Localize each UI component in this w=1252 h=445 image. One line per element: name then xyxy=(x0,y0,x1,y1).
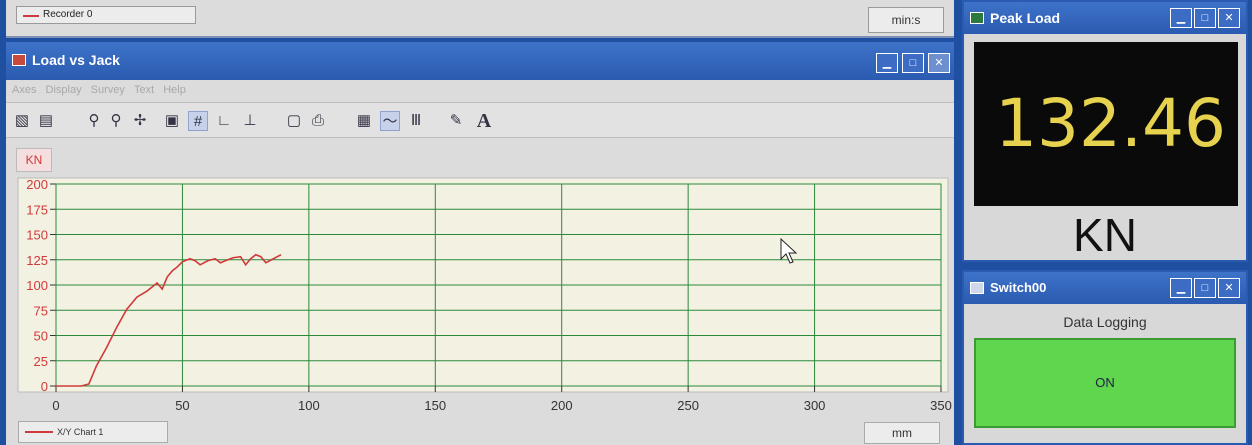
x-unit-box[interactable]: mm xyxy=(864,422,940,444)
print-icon[interactable]: ⎙ xyxy=(308,111,328,131)
y-tick-label: 150 xyxy=(26,228,48,243)
switch-minimize-button[interactable]: ▁ xyxy=(1170,278,1192,298)
data-logging-label: Data Logging xyxy=(1063,314,1147,330)
switch-maximize-button[interactable]: □ xyxy=(1194,278,1216,298)
x-tick-label: 50 xyxy=(175,398,189,413)
chart-toolbar: ▧ ▤ ⚲ ⚲ ✢ ▣ # ∟ ⊥ ▢ ⎙ ▦ 〜 Ⅲ ✎ A xyxy=(6,102,954,138)
chart-menubar: Axes Display Survey Text Help xyxy=(6,80,954,100)
chart-legend[interactable]: X/Y Chart 1 xyxy=(18,421,168,443)
menu-display[interactable]: Display xyxy=(46,80,82,100)
y-tick-label: 25 xyxy=(34,354,48,369)
axes-icon[interactable]: ∟ xyxy=(214,111,234,131)
x-tick-label: 150 xyxy=(424,398,446,413)
y-unit-button[interactable]: KN xyxy=(16,148,52,172)
chart-settings-icon[interactable]: ▧ xyxy=(12,111,32,131)
layout-icon[interactable]: ▦ xyxy=(354,111,374,131)
chart-app-icon xyxy=(12,54,26,66)
switch-window: Switch00 ▁ □ ✕ Data Logging ON xyxy=(962,270,1248,445)
peak-titlebar[interactable]: Peak Load ▁ □ ✕ xyxy=(964,2,1246,34)
chart-titlebar[interactable]: Load vs Jack ▁ □ ✕ xyxy=(6,42,954,80)
copy-icon[interactable]: ▢ xyxy=(284,111,304,131)
recorder-time-unit[interactable]: min:s xyxy=(868,7,944,33)
x-tick-label: 100 xyxy=(298,398,320,413)
crosshair-icon[interactable]: ✢ xyxy=(130,111,150,131)
axis-scale-icon[interactable]: ⊥ xyxy=(240,111,260,131)
save-icon[interactable]: ▣ xyxy=(162,111,182,131)
x-tick-label: 200 xyxy=(551,398,573,413)
y-tick-label: 200 xyxy=(26,177,48,192)
peak-close-button[interactable]: ✕ xyxy=(1218,8,1240,28)
x-tick-label: 300 xyxy=(804,398,826,413)
y-tick-label: 50 xyxy=(34,329,48,344)
y-tick-label: 75 xyxy=(34,303,48,318)
bar-chart-icon[interactable]: Ⅲ xyxy=(406,111,426,131)
x-tick-label: 250 xyxy=(677,398,699,413)
zoom-in-icon[interactable]: ⚲ xyxy=(84,111,104,131)
minimize-button[interactable]: ▁ xyxy=(876,53,898,73)
x-tick-label: 0 xyxy=(52,398,59,413)
load-vs-jack-chart: 0 25 50 75 100 125 150 175 200 0 50 100 150 200 250 300… xyxy=(17,177,952,413)
switch-titlebar[interactable]: Switch00 ▁ □ ✕ xyxy=(964,272,1246,304)
maximize-button[interactable]: □ xyxy=(902,53,924,73)
switch-app-icon xyxy=(970,282,984,294)
text-tool-icon[interactable]: A xyxy=(474,111,494,131)
recorder-panel: Recorder 0 min:s xyxy=(6,0,954,38)
data-table-icon[interactable]: ▤ xyxy=(36,111,56,131)
peak-maximize-button[interactable]: □ xyxy=(1194,8,1216,28)
menu-help[interactable]: Help xyxy=(163,80,186,100)
y-tick-label: 100 xyxy=(26,278,48,293)
menu-text[interactable]: Text xyxy=(134,80,154,100)
zoom-out-icon[interactable]: ⚲ xyxy=(106,111,126,131)
switch-window-title: Switch00 xyxy=(990,280,1047,295)
grid-icon[interactable]: # xyxy=(188,111,208,131)
data-logging-toggle[interactable]: ON xyxy=(974,338,1236,428)
peak-load-window: Peak Load ▁ □ ✕ 132.46 KN xyxy=(962,0,1248,262)
recorder-tag[interactable]: Recorder 0 xyxy=(16,6,196,24)
y-tick-label: 0 xyxy=(41,379,48,394)
load-vs-jack-window: Load vs Jack ▁ □ ✕ Axes Display Survey T… xyxy=(6,42,954,445)
x-tick-label: 350 xyxy=(930,398,952,413)
menu-axes[interactable]: Axes xyxy=(12,80,36,100)
peak-minimize-button[interactable]: ▁ xyxy=(1170,8,1192,28)
paint-brush-icon[interactable]: ✎ xyxy=(446,111,466,131)
peak-load-value: 132.46 xyxy=(974,42,1238,206)
y-tick-label: 175 xyxy=(26,202,48,217)
switch-close-button[interactable]: ✕ xyxy=(1218,278,1240,298)
chart-window-title: Load vs Jack xyxy=(32,52,120,68)
peak-load-unit: KN xyxy=(1073,209,1137,261)
y-tick-label: 125 xyxy=(26,253,48,268)
peak-app-icon xyxy=(970,12,984,24)
menu-survey[interactable]: Survey xyxy=(91,80,125,100)
close-button[interactable]: ✕ xyxy=(928,53,950,73)
line-chart-icon[interactable]: 〜 xyxy=(380,111,400,131)
peak-window-title: Peak Load xyxy=(990,10,1061,26)
